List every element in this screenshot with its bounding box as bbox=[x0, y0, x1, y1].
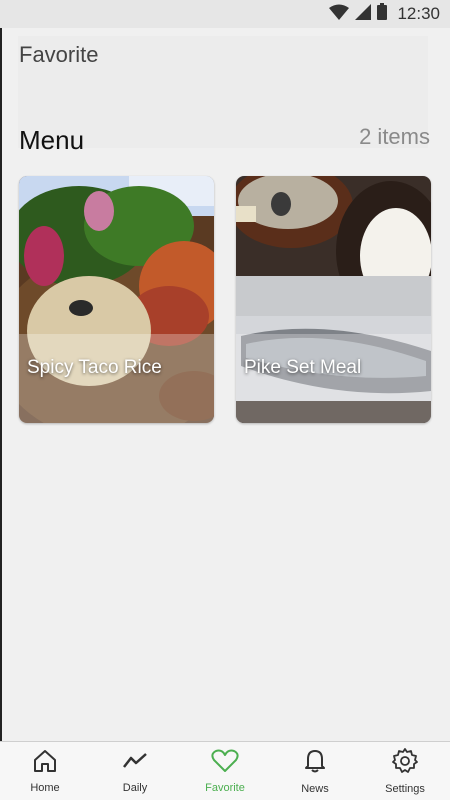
nav-item-home[interactable]: Home bbox=[5, 743, 85, 799]
nav-item-daily[interactable]: Daily bbox=[95, 743, 175, 799]
status-time: 12:30 bbox=[397, 4, 440, 23]
menu-card-spicy-taco-rice[interactable]: Spicy Taco Rice bbox=[19, 176, 214, 423]
status-bar: 12:30 bbox=[0, 0, 450, 28]
gear-icon bbox=[392, 747, 418, 779]
bell-icon bbox=[303, 748, 327, 779]
nav-item-settings[interactable]: Settings bbox=[365, 743, 445, 799]
menu-card-pike-set-meal[interactable]: Pike Set Meal bbox=[236, 176, 431, 423]
menu-card-title: Spicy Taco Rice bbox=[27, 357, 162, 378]
nav-item-news[interactable]: News bbox=[275, 743, 355, 799]
menu-section-title: Menu bbox=[19, 125, 85, 155]
nav-label: Favorite bbox=[205, 781, 245, 794]
trend-line-icon bbox=[122, 749, 148, 778]
menu-item-count: 2 items bbox=[359, 124, 430, 149]
heart-icon bbox=[211, 749, 239, 778]
home-icon bbox=[32, 749, 58, 778]
menu-card-title: Pike Set Meal bbox=[244, 357, 362, 378]
nav-label: Daily bbox=[122, 781, 148, 794]
window-edge bbox=[0, 0, 2, 800]
nav-label: News bbox=[301, 782, 329, 795]
nav-label: Home bbox=[30, 781, 60, 794]
cell-signal-icon bbox=[355, 3, 372, 25]
bottom-nav: Home Daily Favorite News Settings bbox=[0, 741, 450, 800]
battery-icon bbox=[377, 3, 388, 25]
page-title: Favorite bbox=[19, 42, 99, 67]
nav-label: Settings bbox=[385, 782, 425, 795]
nav-item-favorite[interactable]: Favorite bbox=[185, 743, 265, 799]
wifi-icon bbox=[329, 4, 350, 25]
